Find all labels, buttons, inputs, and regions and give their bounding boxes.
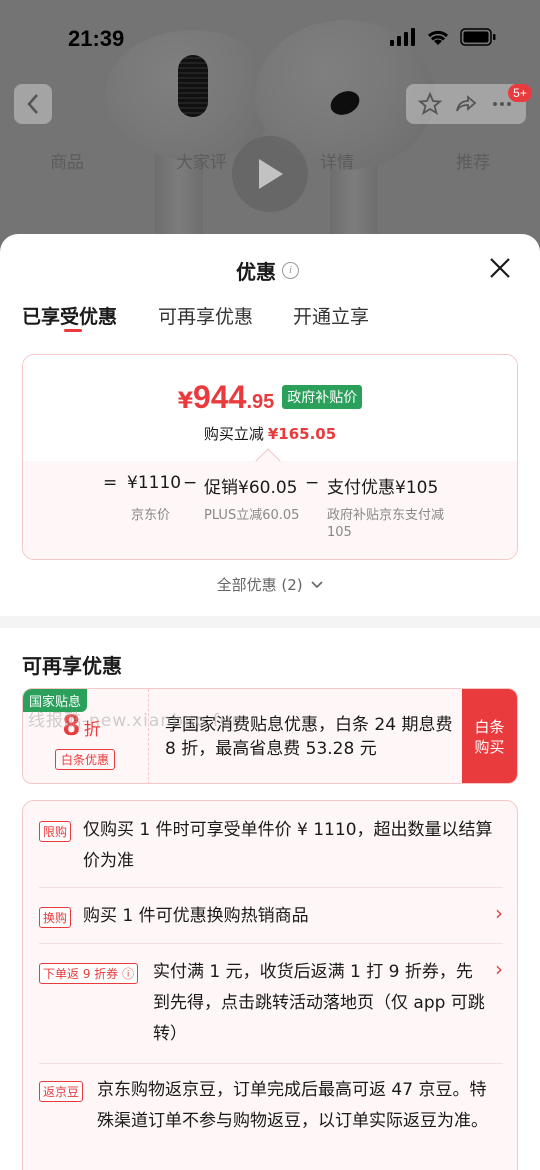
tab-reviews[interactable]: 大家评: [176, 148, 227, 173]
play-video-button[interactable]: [232, 136, 308, 212]
watermark: 线报酷-new.xianbao.fun: [28, 711, 244, 731]
rule-tag: 下单返 9 折券 ⓘ: [39, 963, 139, 984]
close-icon: [490, 258, 510, 278]
section-divider: [0, 616, 540, 628]
rule-tag: 返京豆: [39, 1081, 84, 1102]
play-icon: [259, 159, 283, 189]
rule-tag-label: 下单返 9 折券: [43, 967, 119, 981]
tab-recommend[interactable]: 推荐: [456, 148, 490, 173]
chevron-down-icon: [311, 581, 323, 589]
tab-activate[interactable]: 开通立享: [293, 302, 369, 329]
close-button[interactable]: [488, 256, 512, 280]
price-breakdown-card: ¥ 944 .95 政府补贴价 购买立减 ¥165.05 = ¥1110 − 促销…: [22, 354, 518, 560]
price-decimal: .95: [246, 391, 275, 413]
chevron-right-icon: ›: [495, 901, 503, 925]
chevron-left-icon: [27, 94, 38, 114]
rules-card: 限购 仅购买 1 件时可享受单件价 ¥ 1110，超出数量以结算价为准 换购 购…: [22, 800, 518, 1170]
promo-label: PLUS立减60.05: [204, 508, 300, 523]
divider: [39, 943, 503, 944]
all-offers-label: 全部优惠 (2): [216, 576, 303, 594]
formula-promo: 促销¥60.05: [204, 478, 298, 498]
rule-item-exchange[interactable]: 换购 购买 1 件可优惠换购热销商品 ›: [39, 901, 503, 933]
price-formula: = ¥1110 − 促销¥60.05 − 支付优惠¥105 京东价 PLUS立减…: [23, 448, 517, 559]
status-time: 21:39: [68, 26, 125, 51]
rule-text: 实付满 1 元，收货后返满 1 打 9 折券，先到先得，点击跳转活动落地页（仅 …: [153, 962, 485, 1044]
rule-text: 京东购物返京豆，订单完成后最高可返 47 京豆。特殊渠道订单不参与购物返豆，以订…: [97, 1080, 488, 1131]
tab-details[interactable]: 详情: [320, 148, 354, 173]
status-bar: 21:39: [0, 0, 540, 80]
rule-text: 仅购买 1 件时可享受单件价 ¥ 1110，超出数量以结算价为准: [83, 820, 493, 871]
base-label: 京东价: [131, 508, 171, 523]
formula-base: ¥1110: [127, 473, 182, 493]
baitiao-coupon: 国家贴息 8折 白条优惠 享国家消费贴息优惠，白条 24 期息费 8 折，最高省…: [22, 688, 518, 784]
star-icon[interactable]: [418, 92, 442, 116]
formula-pay: 支付优惠¥105: [327, 478, 439, 498]
share-icon[interactable]: [454, 92, 478, 116]
tab-enjoyed[interactable]: 已享受优惠: [22, 302, 117, 329]
chevron-right-icon: ›: [495, 957, 503, 981]
formula-minus-2: −: [305, 473, 320, 493]
divider: [39, 887, 503, 888]
signal-icon: [390, 28, 415, 46]
tab-product[interactable]: 商品: [50, 148, 84, 173]
offers-sheet: 优惠 i 已享受优惠 可再享优惠 开通立享 ¥ 944 .95 政府补贴价 购买…: [0, 234, 540, 1170]
coupon-tag: 白条优惠: [55, 749, 116, 770]
back-button[interactable]: [14, 84, 52, 124]
status-icons: [390, 28, 496, 46]
reduce-label: 购买立减: [203, 425, 264, 443]
rule-item-jingdou: 返京豆 京东购物返京豆，订单完成后最高可返 47 京豆。特殊渠道订单不参与购物返…: [39, 1075, 503, 1170]
info-icon[interactable]: i: [282, 262, 299, 279]
wifi-icon: [427, 30, 449, 45]
pay-label: 政府补贴京东支付减105: [327, 508, 445, 540]
all-offers-toggle[interactable]: 全部优惠 (2): [0, 574, 540, 595]
sheet-title: 优惠: [236, 260, 276, 284]
formula-eq: =: [103, 473, 118, 493]
active-tab-indicator: [64, 329, 82, 332]
sheet-header: 优惠 i: [0, 234, 540, 302]
battery-icon: [460, 28, 496, 46]
reduce-amount: ¥165.05: [267, 425, 337, 443]
rule-tag: 限购: [39, 821, 72, 842]
price-currency: ¥: [177, 389, 194, 414]
offer-tabs: 已享受优惠 可再享优惠 开通立享: [0, 302, 540, 342]
gov-subsidy-tag: 政府补贴价: [282, 385, 363, 409]
rule-text: 购买 1 件可优惠换购热销商品: [83, 906, 309, 926]
rule-tag: 换购: [39, 907, 72, 928]
reduce-row: 购买立减 ¥165.05: [23, 423, 517, 444]
rule-item: 限购 仅购买 1 件时可享受单件价 ¥ 1110，超出数量以结算价为准: [39, 815, 503, 879]
price-integer: 944: [193, 379, 247, 415]
final-price: ¥ 944 .95 政府补贴价: [23, 379, 517, 416]
baitiao-buy-button[interactable]: 白条购买: [462, 689, 517, 783]
divider: [39, 1063, 503, 1064]
formula-minus-1: −: [183, 473, 198, 493]
price-summary: ¥ 944 .95 政府补贴价 购买立减 ¥165.05: [23, 355, 517, 461]
message-badge: 5+: [508, 84, 532, 102]
sheet-title-wrap: 优惠 i: [236, 256, 299, 285]
rule-item-coupon[interactable]: 下单返 9 折券 ⓘ 实付满 1 元，收货后返满 1 打 9 折券，先到先得，点…: [39, 957, 503, 1053]
tab-more-offers[interactable]: 可再享优惠: [158, 302, 253, 329]
coupon-left: 国家贴息 8折 白条优惠: [23, 689, 149, 783]
section-title: 可再享优惠: [22, 654, 122, 678]
